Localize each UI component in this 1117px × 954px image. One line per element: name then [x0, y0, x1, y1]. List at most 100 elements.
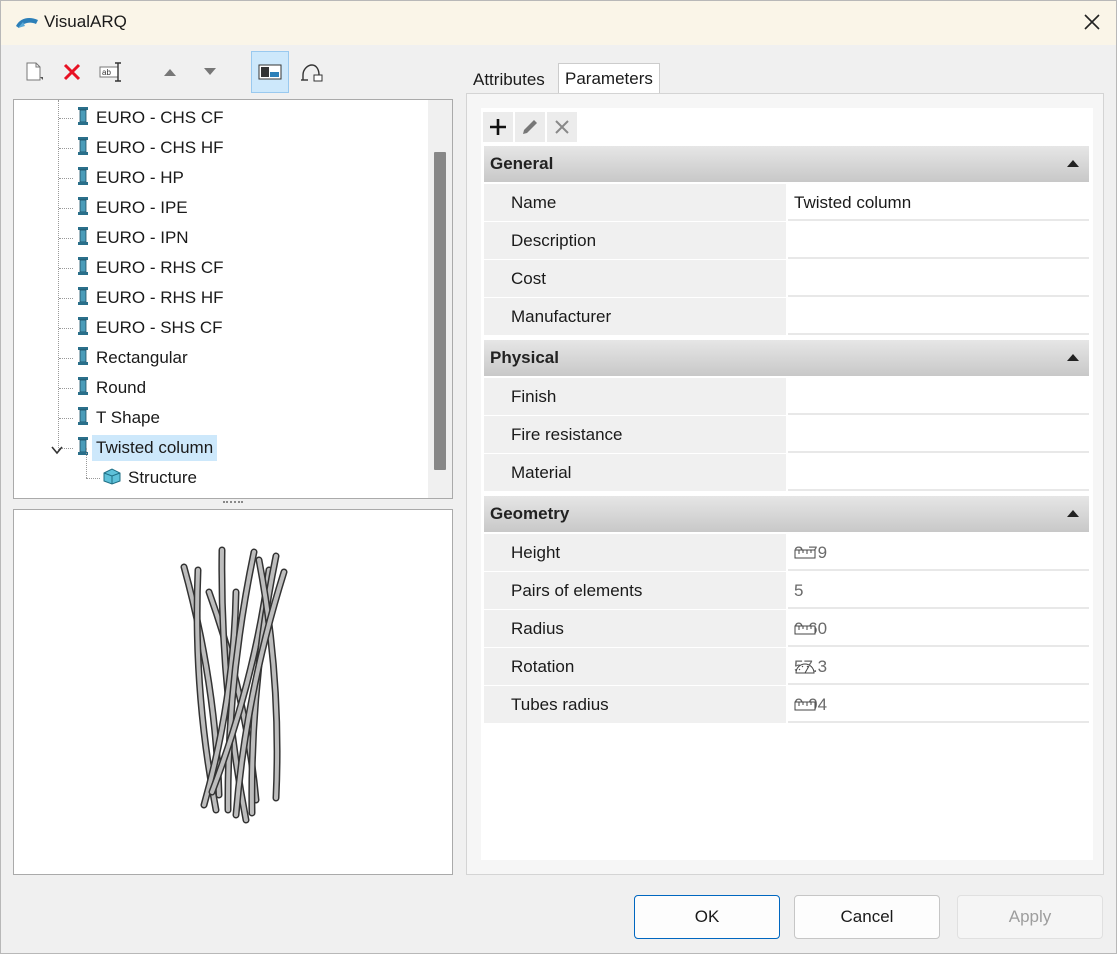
param-key: Name — [484, 184, 786, 221]
dialog-window: VisualARQ ab EURO - CHS CF EURO - CHS HF… — [0, 0, 1117, 954]
tree-connector — [59, 178, 73, 179]
param-value-field[interactable] — [788, 416, 1089, 453]
param-value-field[interactable]: 57.3 — [788, 648, 1089, 685]
tree-scrollbar[interactable] — [428, 100, 452, 498]
tree-item-label: Structure — [128, 468, 197, 487]
param-row: Fire resistance — [484, 416, 1089, 453]
profile-icon — [301, 64, 323, 82]
param-name: Name — [511, 193, 557, 212]
plus-icon — [490, 119, 506, 135]
param-value: Twisted column — [794, 193, 912, 212]
tree-item[interactable]: EURO - RHS HF — [76, 283, 224, 313]
move-down-button[interactable] — [191, 51, 229, 93]
param-name: Fire resistance — [511, 425, 623, 444]
column-icon-wrap — [76, 316, 90, 341]
param-key: Material — [484, 454, 786, 491]
param-value-field[interactable]: Twisted column — [788, 184, 1089, 221]
collapse-icon[interactable] — [1067, 354, 1079, 361]
tree-item[interactable]: Rectangular — [76, 343, 188, 373]
splitter-handle[interactable] — [223, 501, 243, 507]
tree-scroll-thumb[interactable] — [434, 152, 446, 470]
param-value-field[interactable] — [788, 260, 1089, 297]
close-icon[interactable] — [1082, 12, 1102, 32]
tree-item[interactable]: EURO - CHS CF — [76, 103, 224, 133]
style-tree[interactable]: EURO - CHS CF EURO - CHS HF EURO - HP EURO … — [13, 99, 453, 499]
move-up-button[interactable] — [151, 51, 189, 93]
move-down-icon — [204, 68, 216, 75]
tree-item[interactable]: T Shape — [76, 403, 160, 433]
param-value-field[interactable] — [788, 298, 1089, 335]
unit-button[interactable] — [794, 659, 1083, 680]
profile-button[interactable] — [293, 51, 331, 93]
param-name: Rotation — [511, 657, 575, 676]
pencil-icon — [523, 120, 537, 134]
tree-item-label: T Shape — [96, 408, 160, 427]
tree-connector — [86, 478, 100, 479]
tree-item[interactable]: EURO - CHS HF — [76, 133, 224, 163]
param-key: Radius — [484, 610, 786, 647]
tree-item[interactable]: EURO - RHS CF — [76, 253, 224, 283]
column-icon — [78, 106, 88, 125]
preview-pane — [13, 509, 453, 875]
column-icon-wrap — [76, 406, 90, 431]
delete-parameter-button[interactable] — [547, 112, 577, 142]
param-value-field[interactable]: 0.04 — [788, 686, 1089, 723]
column-icon — [78, 256, 88, 275]
section-physical[interactable]: Physical — [484, 340, 1089, 376]
add-parameter-button[interactable] — [483, 112, 513, 142]
param-value-field[interactable] — [788, 378, 1089, 415]
param-name: Height — [511, 543, 561, 562]
tree-item[interactable]: Twisted column — [76, 433, 218, 463]
tree-connector — [59, 328, 73, 329]
unit-button[interactable] — [794, 621, 1083, 641]
collapse-icon[interactable] — [1067, 160, 1079, 167]
tab-attributes[interactable]: Attributes — [467, 65, 551, 95]
param-row: Pairs of elements 5 — [484, 572, 1089, 609]
tree-item-label: Round — [96, 378, 147, 397]
svg-text:ab: ab — [102, 68, 111, 77]
twisted-column-preview — [180, 546, 288, 824]
parameters-grid: General Name Twisted column Description Cost… — [481, 108, 1093, 860]
delete-button[interactable] — [53, 51, 91, 93]
tree-item[interactable]: EURO - IPE — [76, 193, 188, 223]
ruler-icon — [794, 549, 816, 559]
param-row: Radius 0.60 — [484, 610, 1089, 647]
chevron-down-icon[interactable] — [50, 440, 64, 460]
new-button[interactable] — [15, 51, 53, 93]
tree-item[interactable]: EURO - SHS CF — [76, 313, 223, 343]
param-value-field[interactable] — [788, 454, 1089, 491]
tree-connector — [59, 118, 73, 119]
edit-parameter-button[interactable] — [515, 112, 545, 142]
preview-layout-button[interactable] — [251, 51, 289, 93]
apply-button[interactable]: Apply — [957, 895, 1103, 939]
cancel-button[interactable]: Cancel — [794, 895, 940, 939]
tree-item[interactable]: Round — [76, 373, 146, 403]
rename-button[interactable]: ab — [93, 51, 131, 93]
param-value-field[interactable] — [788, 222, 1089, 259]
tab-parameters[interactable]: Parameters — [558, 63, 660, 95]
param-key: Fire resistance — [484, 416, 786, 453]
tree-item-label: EURO - IPN — [96, 228, 189, 247]
column-icon-wrap — [76, 136, 90, 161]
param-key: Cost — [484, 260, 786, 297]
section-geometry[interactable]: Geometry — [484, 496, 1089, 532]
column-icon — [78, 226, 88, 245]
collapse-icon[interactable] — [1067, 510, 1079, 517]
tree-connector — [59, 148, 73, 149]
param-value-field[interactable]: 3.79 — [788, 534, 1089, 571]
ruler-icon — [794, 625, 816, 635]
column-icon-wrap — [76, 196, 90, 221]
tree-item[interactable]: EURO - HP — [76, 163, 184, 193]
param-name: Manufacturer — [511, 307, 612, 326]
unit-button[interactable] — [794, 697, 1083, 717]
column-icon — [78, 376, 88, 395]
unit-button[interactable] — [794, 545, 1083, 565]
tree-item[interactable]: EURO - IPN — [76, 223, 189, 253]
section-general[interactable]: General — [484, 146, 1089, 182]
column-icon-wrap — [76, 106, 90, 131]
param-value-field[interactable]: 0.60 — [788, 610, 1089, 647]
tree-item-structure[interactable]: Structure — [102, 463, 197, 493]
column-icon-wrap — [76, 256, 90, 281]
ok-button[interactable]: OK — [634, 895, 780, 939]
param-value-field[interactable]: 5 — [788, 572, 1089, 609]
